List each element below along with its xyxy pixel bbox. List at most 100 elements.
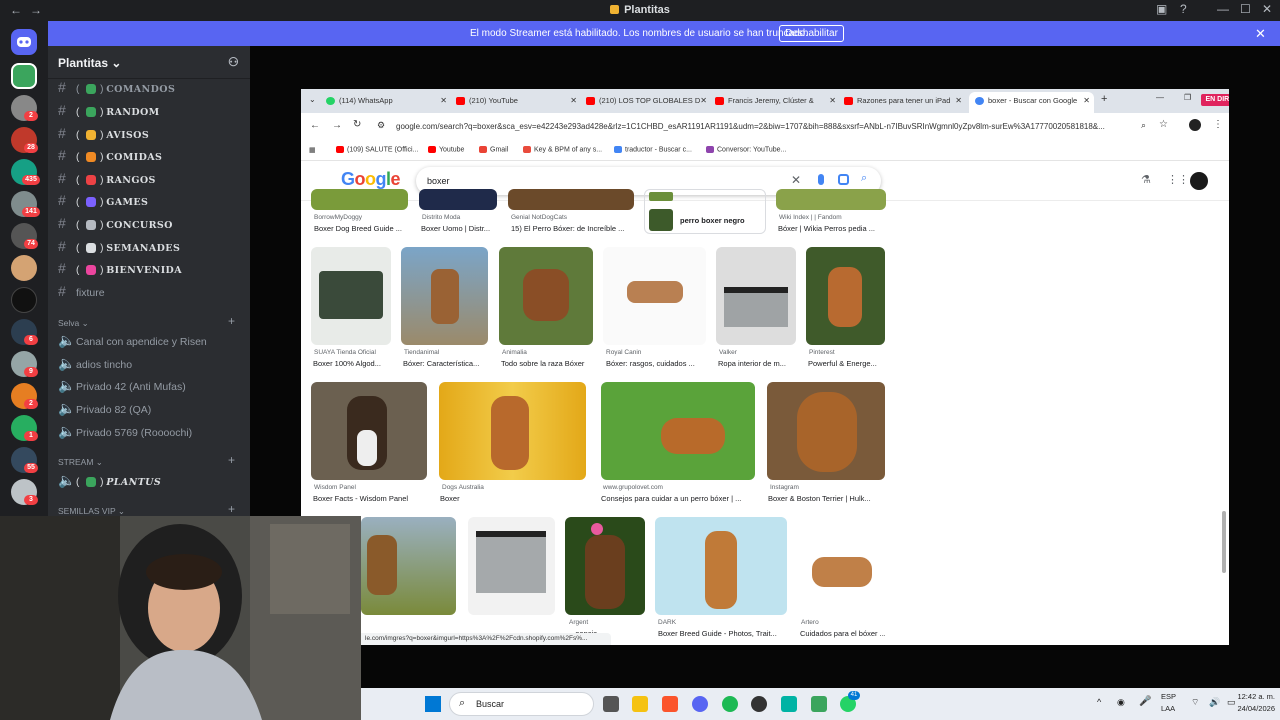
- bookmark-item[interactable]: Gmail: [479, 146, 508, 153]
- result-image[interactable]: [508, 189, 634, 210]
- lens-icon[interactable]: [838, 174, 849, 185]
- server-header[interactable]: Plantitas ⌄ ⚇: [48, 46, 250, 79]
- profile-avatar[interactable]: [1189, 119, 1201, 131]
- result-source[interactable]: Wisdom Panel: [314, 484, 429, 491]
- tab-youtube-video[interactable]: Francis Jeremy, Clúster & ✕: [715, 92, 840, 113]
- site-info-icon[interactable]: ⚙: [377, 120, 385, 131]
- channel-games[interactable]: #( ) GAMES: [58, 190, 248, 210]
- task-view-icon[interactable]: [603, 696, 619, 712]
- new-tab-icon[interactable]: +: [1101, 93, 1107, 105]
- voice-channel[interactable]: 🔈Privado 42 (Anti Mufas): [58, 375, 248, 395]
- zoom-icon[interactable]: ⌕: [1141, 120, 1146, 131]
- result-caption[interactable]: Boxer Facts - Wisdom Panel: [313, 494, 428, 503]
- microphone-icon[interactable]: 🎤: [1139, 696, 1151, 707]
- voice-channel[interactable]: 🔈adios tincho: [58, 353, 248, 373]
- bookmark-item[interactable]: Youtube: [428, 146, 464, 153]
- tab-close-icon[interactable]: ✕: [570, 92, 577, 109]
- file-explorer-icon[interactable]: [632, 696, 648, 712]
- stream-channel[interactable]: 🔈( ) PLANTUS: [58, 470, 248, 490]
- brave-icon[interactable]: [662, 696, 678, 712]
- tab-youtube-video[interactable]: (210) LOS TOP GLOBALES D ✕: [586, 92, 711, 113]
- tab-close-icon[interactable]: ✕: [955, 92, 962, 109]
- result-caption[interactable]: Boxer Dog Breed Guide ...: [314, 224, 406, 233]
- search-icon[interactable]: ⌕: [861, 172, 867, 185]
- maximize-icon[interactable]: ☐: [1240, 2, 1251, 16]
- result-caption[interactable]: Bóxer: rasgos, cuidados ...: [606, 359, 706, 368]
- result-caption[interactable]: Boxer & Boston Terrier | Hulk...: [768, 494, 886, 503]
- microphone-icon[interactable]: [818, 174, 824, 185]
- result-image[interactable]: [601, 382, 755, 480]
- result-image[interactable]: [419, 189, 497, 210]
- result-source[interactable]: Royal Canin: [606, 349, 706, 356]
- result-source[interactable]: www.grupolovet.com: [603, 484, 753, 491]
- server-icon[interactable]: [11, 255, 37, 281]
- channel-comidas[interactable]: #( ) COMIDAS: [58, 145, 248, 165]
- result-image[interactable]: [361, 517, 456, 615]
- result-image[interactable]: [806, 247, 885, 345]
- result-caption[interactable]: Ropa interior de m...: [718, 359, 796, 368]
- result-image[interactable]: [565, 517, 645, 615]
- channel-rangos[interactable]: #( ) RANGOS: [58, 168, 248, 188]
- result-caption[interactable]: Powerful & Energe...: [808, 359, 885, 368]
- audio-app-icon[interactable]: [781, 696, 797, 712]
- browser-minimize-icon[interactable]: —: [1156, 93, 1164, 102]
- channel-avisos[interactable]: #( ) AVISOS: [58, 123, 248, 143]
- result-source[interactable]: Instagram: [770, 484, 885, 491]
- search-input[interactable]: boxer: [427, 176, 450, 186]
- tab-close-icon[interactable]: ✕: [1083, 92, 1090, 109]
- result-image[interactable]: [776, 189, 886, 210]
- tab-search-icon[interactable]: ⌄: [309, 95, 316, 104]
- result-caption[interactable]: Bóxer | Wikia Perros pedia ...: [778, 224, 883, 233]
- result-caption[interactable]: Boxer Uomo | Distr...: [421, 224, 501, 233]
- bookmark-item[interactable]: Conversor: YouTube...: [706, 146, 786, 153]
- tab-whatsapp[interactable]: (114) WhatsApp ✕: [326, 92, 451, 113]
- result-caption[interactable]: Cuidados para el bóxer ...: [800, 629, 885, 638]
- discord-home-icon[interactable]: [11, 29, 37, 55]
- result-source[interactable]: Distrito Moda: [422, 214, 502, 221]
- result-image[interactable]: [468, 517, 555, 615]
- reload-icon[interactable]: ↻: [353, 119, 361, 130]
- forward-icon[interactable]: →: [332, 120, 342, 131]
- add-channel-icon[interactable]: +: [228, 314, 235, 328]
- result-image[interactable]: [311, 189, 408, 210]
- close-icon[interactable]: ✕: [1255, 26, 1266, 42]
- result-image[interactable]: [603, 247, 706, 345]
- channel-fixture[interactable]: # fixture: [58, 281, 248, 301]
- result-source[interactable]: Valker: [719, 349, 797, 356]
- google-logo[interactable]: Google: [341, 169, 401, 190]
- result-caption[interactable]: Boxer: [440, 494, 580, 503]
- voice-channel[interactable]: 🔈Privado 82 (QA): [58, 398, 248, 418]
- result-source[interactable]: Animalia: [502, 349, 592, 356]
- server-icon[interactable]: [11, 287, 37, 313]
- tab-youtube-video[interactable]: Razones para tener un iPad ✕: [844, 92, 966, 113]
- disable-streamer-button[interactable]: Deshabilitar: [779, 25, 844, 42]
- result-source[interactable]: Artero: [801, 619, 886, 626]
- result-source[interactable]: Dogs Australia: [442, 484, 582, 491]
- labs-icon[interactable]: ⚗: [1141, 173, 1151, 186]
- show-hidden-icons[interactable]: ^: [1097, 697, 1101, 707]
- result-caption[interactable]: Boxer 100% Algod...: [313, 359, 393, 368]
- app-icon[interactable]: [811, 696, 827, 712]
- result-image[interactable]: [716, 247, 796, 345]
- back-icon[interactable]: ←: [310, 120, 320, 131]
- help-icon[interactable]: ?: [1180, 2, 1187, 16]
- add-channel-icon[interactable]: +: [228, 502, 235, 516]
- result-caption[interactable]: Bóxer: Característica...: [403, 359, 488, 368]
- server-plantitas-icon[interactable]: [11, 63, 37, 89]
- result-caption[interactable]: 15) El Perro Bóxer: de Increíble ...: [511, 224, 636, 233]
- network-icon[interactable]: ◉: [1117, 697, 1125, 708]
- wifi-icon[interactable]: ⌔: [1191, 697, 1199, 708]
- result-image[interactable]: [798, 517, 885, 615]
- result-image[interactable]: [655, 517, 787, 615]
- result-source[interactable]: Wiki Index | | Fandom: [779, 214, 884, 221]
- bookmark-star-icon[interactable]: ☆: [1159, 119, 1168, 130]
- result-source[interactable]: Pinterest: [809, 349, 885, 356]
- tab-youtube[interactable]: (210) YouTube ✕: [456, 92, 581, 113]
- result-image[interactable]: [439, 382, 586, 480]
- result-image[interactable]: [499, 247, 593, 345]
- clear-icon[interactable]: ✕: [791, 173, 801, 187]
- result-caption[interactable]: Consejos para cuidar a un perro bóxer | …: [601, 494, 756, 503]
- result-source[interactable]: Argent: [569, 619, 649, 626]
- bookmark-item[interactable]: (109) SALUTE (Offici...: [336, 146, 418, 153]
- channel-concurso[interactable]: #( ) CONCURSO: [58, 213, 248, 233]
